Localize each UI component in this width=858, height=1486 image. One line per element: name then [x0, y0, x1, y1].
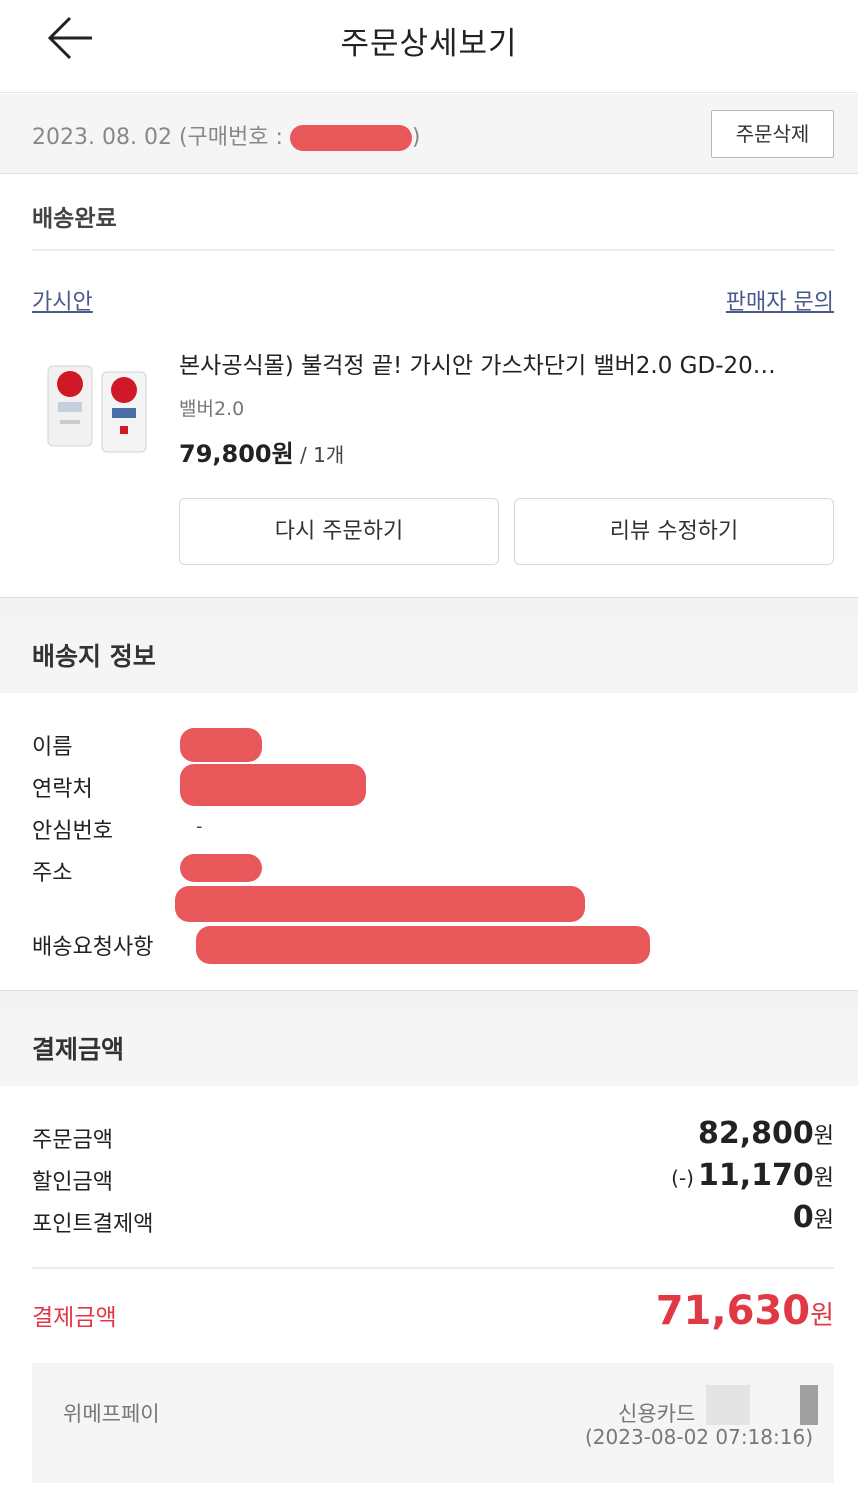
- order-date-bar: 2023. 08. 02 (구매번호 : ) 주문삭제: [0, 94, 858, 174]
- currency-unit: 원: [813, 1166, 834, 1191]
- discount-amount: (-) 11,170원: [671, 1158, 834, 1193]
- currency-unit: 원: [813, 1208, 834, 1233]
- name-label: 이름: [32, 735, 73, 760]
- redacted-delivery-request: [196, 926, 650, 964]
- order-date-text: 2023. 08. 02 (구매번호 :: [32, 125, 290, 150]
- edit-review-button[interactable]: 리뷰 수정하기: [514, 498, 834, 565]
- payment-timestamp: (2023-08-02 07:18:16): [585, 1425, 814, 1449]
- masked-card-info: [706, 1385, 750, 1425]
- page-title: 주문상세보기: [340, 26, 518, 62]
- order-date: 2023. 08. 02 (구매번호 : ): [32, 119, 420, 151]
- divider: [32, 249, 834, 251]
- shipping-section-header: 배송지 정보: [0, 615, 858, 693]
- masked-card-info: [800, 1385, 818, 1425]
- order-amount-label: 주문금액: [32, 1128, 113, 1153]
- redacted-phone: [180, 764, 366, 806]
- safe-number-label: 안심번호: [32, 819, 113, 844]
- section-gap: [0, 990, 858, 1008]
- address-label: 주소: [32, 861, 73, 886]
- safe-number-value: -: [196, 816, 203, 837]
- redacted-order-number: [289, 125, 412, 151]
- product-option: 밸버2.0: [179, 398, 245, 420]
- points-value: 0: [792, 1200, 814, 1235]
- discount-value: 11,170: [697, 1158, 814, 1193]
- product-price-value: 79,800원: [179, 440, 294, 468]
- product-thumbnail[interactable]: [40, 350, 158, 468]
- top-bar: 주문상세보기: [0, 0, 858, 93]
- reorder-button[interactable]: 다시 주문하기: [179, 498, 499, 565]
- points-label: 포인트결제액: [32, 1212, 154, 1237]
- order-amount: 82,800원: [698, 1116, 834, 1151]
- redacted-name: [180, 728, 262, 762]
- payment-service: 위메프페이: [63, 1402, 160, 1426]
- order-date-close: ): [411, 125, 421, 150]
- discount-sign: (-): [671, 1166, 694, 1190]
- payment-heading: 결제금액: [32, 1035, 125, 1064]
- redacted-address-line1: [180, 854, 262, 882]
- seller-link[interactable]: 가시안: [32, 284, 93, 316]
- delete-order-button[interactable]: 주문삭제: [711, 110, 834, 158]
- currency-unit: 원: [810, 1301, 834, 1331]
- product-quantity: / 1개: [293, 443, 345, 467]
- total-label: 결제금액: [32, 1305, 117, 1331]
- discount-label: 할인금액: [32, 1170, 113, 1195]
- shipping-heading: 배송지 정보: [32, 642, 156, 671]
- total-value: 71,630: [655, 1288, 811, 1334]
- section-gap: [0, 597, 858, 615]
- product-name[interactable]: 본사공식몰) 불걱정 끝! 가시안 가스차단기 밸버2.0 GD-20…: [179, 346, 834, 380]
- product-price: 79,800원 / 1개: [179, 434, 344, 469]
- seller-inquiry-link[interactable]: 판매자 문의: [726, 284, 834, 316]
- points-amount: 0원: [793, 1200, 834, 1235]
- payment-method-type: 신용카드: [618, 1402, 696, 1426]
- phone-label: 연락처: [32, 777, 93, 802]
- divider: [32, 1267, 834, 1269]
- total-amount: 71,630원: [656, 1288, 834, 1334]
- payment-method-box: 위메프페이 신용카드 (2023-08-02 07:18:16): [32, 1363, 834, 1483]
- currency-unit: 원: [813, 1124, 834, 1149]
- delivery-status: 배송완료: [32, 206, 117, 232]
- order-amount-value: 82,800: [697, 1116, 814, 1151]
- delivery-request-label: 배송요청사항: [32, 935, 154, 960]
- redacted-address-line2: [175, 886, 585, 922]
- payment-section-header: 결제금액: [0, 1008, 858, 1086]
